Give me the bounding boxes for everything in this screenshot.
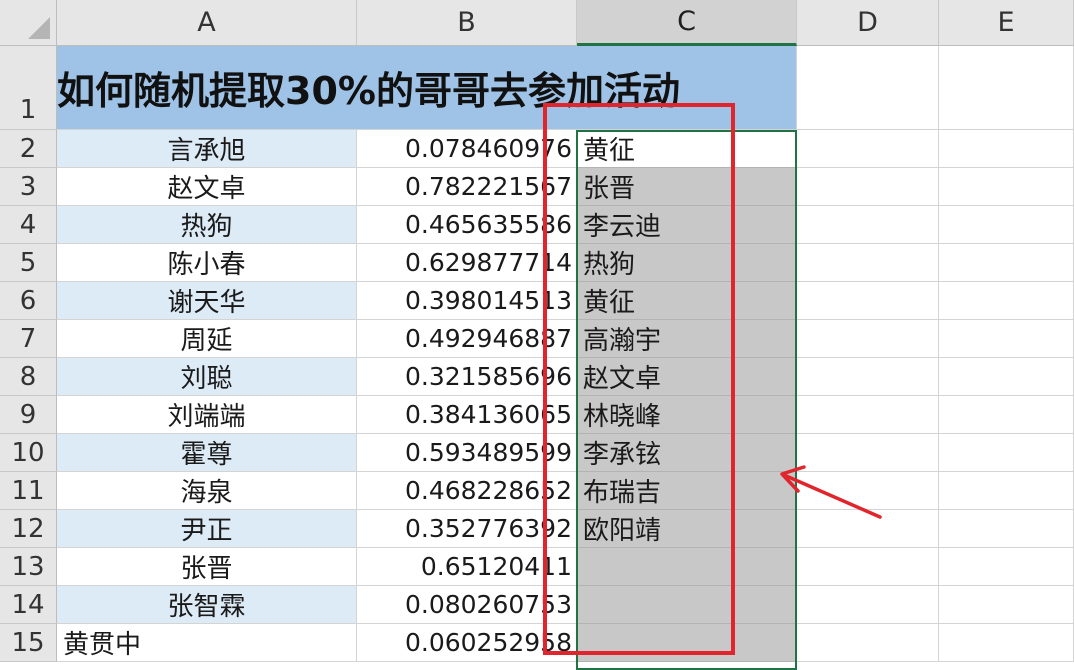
title-cell[interactable]: 如何随机提取30%的哥哥去参加活动 — [57, 46, 797, 130]
empty-cell[interactable] — [939, 396, 1074, 434]
row-header[interactable]: 14 — [0, 586, 57, 624]
name-cell[interactable]: 刘端端 — [57, 396, 357, 434]
value-cell[interactable]: 0.321585696 — [357, 358, 577, 396]
column-header-e[interactable]: E — [939, 0, 1074, 46]
row-header[interactable]: 2 — [0, 130, 57, 168]
empty-cell[interactable] — [939, 624, 1074, 662]
result-cell[interactable]: 赵文卓 — [577, 358, 797, 396]
row-header[interactable]: 5 — [0, 244, 57, 282]
empty-cell[interactable] — [939, 320, 1074, 358]
result-cell[interactable]: 布瑞吉 — [577, 472, 797, 510]
name-cell[interactable]: 尹正 — [57, 510, 357, 548]
column-header-d[interactable]: D — [797, 0, 939, 46]
value-cell[interactable]: 0.468228652 — [357, 472, 577, 510]
select-all-triangle-icon — [28, 17, 50, 39]
empty-cell[interactable] — [797, 358, 939, 396]
empty-cell[interactable] — [939, 434, 1074, 472]
empty-cell[interactable] — [797, 320, 939, 358]
name-cell[interactable]: 周延 — [57, 320, 357, 358]
name-cell[interactable]: 黄贯中 — [57, 624, 357, 662]
name-cell[interactable]: 热狗 — [57, 206, 357, 244]
empty-cell[interactable] — [939, 586, 1074, 624]
result-cell[interactable]: 高瀚宇 — [577, 320, 797, 358]
value-cell[interactable]: 0.782221567 — [357, 168, 577, 206]
empty-cell[interactable] — [797, 510, 939, 548]
active-cell[interactable]: 黄征 — [577, 130, 797, 168]
empty-cell[interactable] — [797, 548, 939, 586]
value-cell[interactable]: 0.65120411 — [357, 548, 577, 586]
name-cell[interactable]: 霍尊 — [57, 434, 357, 472]
result-cell[interactable]: 林晓峰 — [577, 396, 797, 434]
name-cell[interactable]: 陈小春 — [57, 244, 357, 282]
row-header[interactable]: 1 — [0, 46, 57, 130]
empty-cell[interactable] — [797, 396, 939, 434]
empty-cell[interactable] — [797, 206, 939, 244]
empty-cell[interactable] — [797, 624, 939, 662]
empty-cell[interactable] — [939, 206, 1074, 244]
name-cell[interactable]: 刘聪 — [57, 358, 357, 396]
row-header[interactable]: 9 — [0, 396, 57, 434]
name-cell[interactable]: 海泉 — [57, 472, 357, 510]
empty-cell[interactable] — [797, 282, 939, 320]
column-header-c[interactable]: C — [577, 0, 797, 46]
value-cell[interactable]: 0.398014513 — [357, 282, 577, 320]
empty-cell[interactable] — [939, 510, 1074, 548]
cell-e1[interactable] — [939, 46, 1074, 130]
name-cell[interactable]: 言承旭 — [57, 130, 357, 168]
name-cell[interactable]: 谢天华 — [57, 282, 357, 320]
empty-cell[interactable] — [797, 244, 939, 282]
row-header[interactable]: 13 — [0, 548, 57, 586]
row-header[interactable]: 11 — [0, 472, 57, 510]
empty-cell[interactable] — [939, 130, 1074, 168]
value-cell[interactable]: 0.629877714 — [357, 244, 577, 282]
result-cell[interactable] — [577, 586, 797, 624]
result-cell[interactable]: 黄征 — [577, 282, 797, 320]
row-header[interactable]: 12 — [0, 510, 57, 548]
result-cell[interactable] — [577, 624, 797, 662]
row-header[interactable]: 8 — [0, 358, 57, 396]
result-cell[interactable]: 热狗 — [577, 244, 797, 282]
value-cell[interactable]: 0.465635586 — [357, 206, 577, 244]
empty-cell[interactable] — [939, 548, 1074, 586]
value-cell[interactable]: 0.593489599 — [357, 434, 577, 472]
value-cell[interactable]: 0.352776392 — [357, 510, 577, 548]
empty-cell[interactable] — [797, 434, 939, 472]
value-cell[interactable]: 0.078460976 — [357, 130, 577, 168]
row-header[interactable]: 3 — [0, 168, 57, 206]
column-header-b[interactable]: B — [357, 0, 577, 46]
empty-cell[interactable] — [797, 586, 939, 624]
result-cell[interactable]: 欧阳靖 — [577, 510, 797, 548]
spreadsheet-grid: A B C D E 1 如何随机提取30%的哥哥去参加活动 2 言承旭 0.0784… — [0, 0, 1074, 666]
value-cell[interactable]: 0.492946887 — [357, 320, 577, 358]
value-cell[interactable]: 0.060252958 — [357, 624, 577, 662]
empty-cell[interactable] — [939, 244, 1074, 282]
empty-cell[interactable] — [939, 472, 1074, 510]
row-header[interactable]: 7 — [0, 320, 57, 358]
result-cell[interactable]: 李云迪 — [577, 206, 797, 244]
row-header[interactable]: 6 — [0, 282, 57, 320]
select-all-corner[interactable] — [0, 0, 57, 46]
cell-d1[interactable] — [797, 46, 939, 130]
empty-cell[interactable] — [939, 168, 1074, 206]
empty-cell[interactable] — [939, 282, 1074, 320]
row-header[interactable]: 10 — [0, 434, 57, 472]
column-header-a[interactable]: A — [57, 0, 357, 46]
name-cell[interactable]: 赵文卓 — [57, 168, 357, 206]
empty-cell[interactable] — [797, 168, 939, 206]
result-cell[interactable]: 李承铉 — [577, 434, 797, 472]
result-cell[interactable] — [577, 548, 797, 586]
empty-cell[interactable] — [939, 358, 1074, 396]
name-cell[interactable]: 张晋 — [57, 548, 357, 586]
row-header[interactable]: 4 — [0, 206, 57, 244]
empty-cell[interactable] — [797, 130, 939, 168]
result-cell[interactable]: 张晋 — [577, 168, 797, 206]
name-cell[interactable]: 张智霖 — [57, 586, 357, 624]
empty-cell[interactable] — [797, 472, 939, 510]
value-cell[interactable]: 0.384136065 — [357, 396, 577, 434]
value-cell[interactable]: 0.080260753 — [357, 586, 577, 624]
row-header[interactable]: 15 — [0, 624, 57, 662]
